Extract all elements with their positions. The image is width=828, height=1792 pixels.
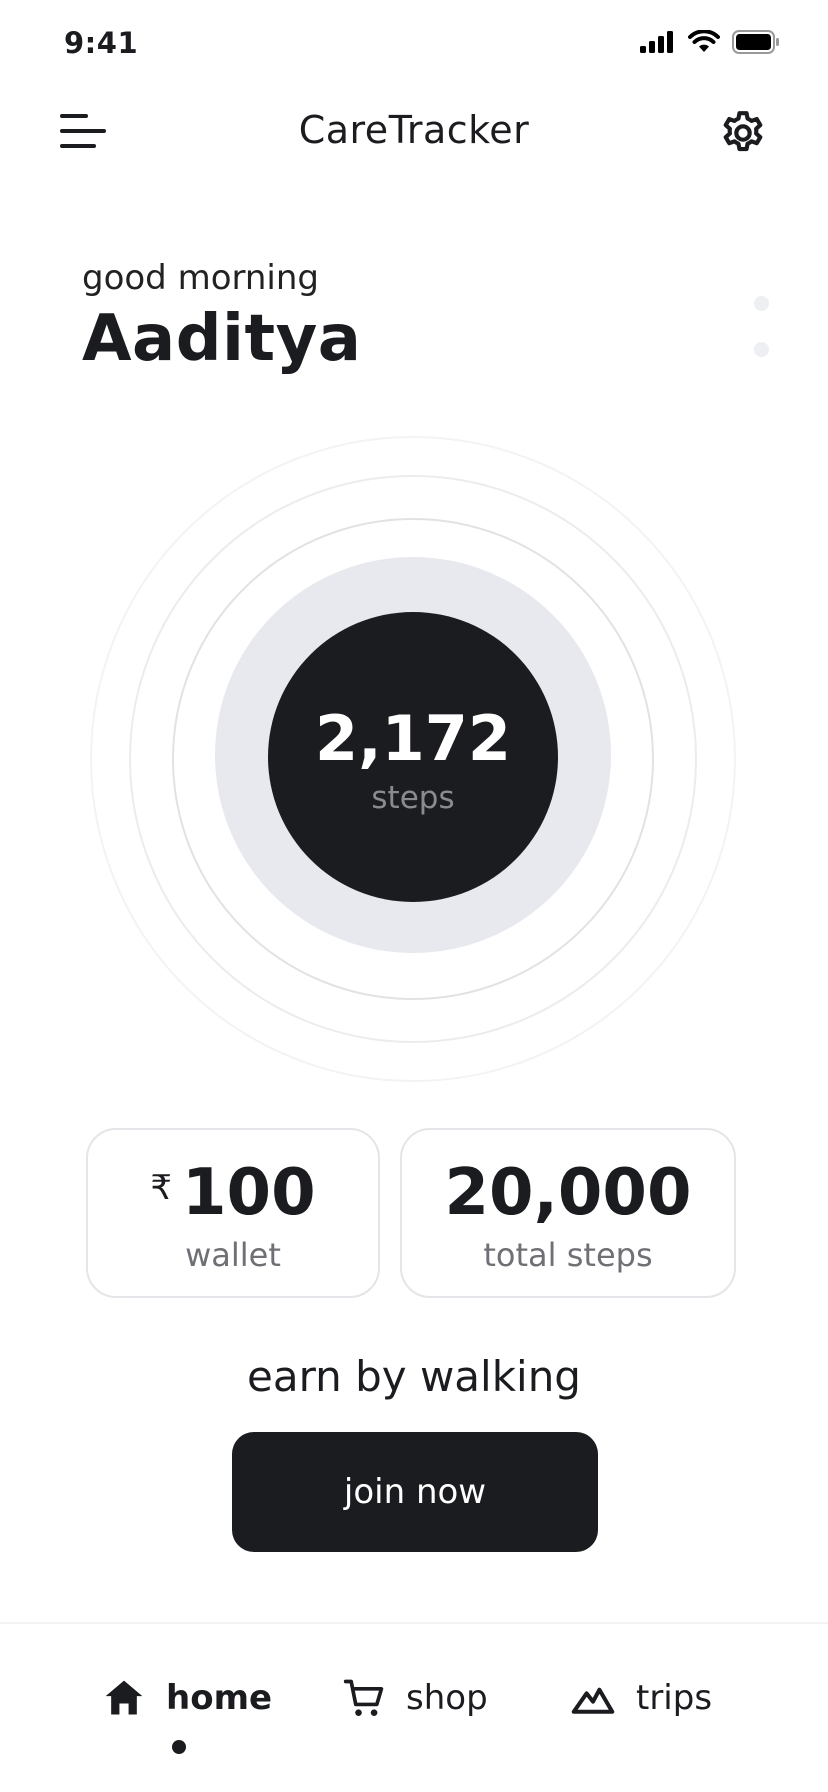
wallet-label: wallet — [185, 1236, 281, 1274]
total-steps-value: 20,000 — [444, 1156, 692, 1230]
rupee-icon: ₹ — [150, 1168, 173, 1208]
battery-icon — [732, 30, 779, 54]
steps-count: 2,172 — [314, 702, 512, 775]
home-icon — [105, 1680, 143, 1715]
option-dot — [754, 342, 769, 357]
option-dot — [754, 296, 769, 311]
greeting-text: good morning — [82, 258, 320, 298]
earn-heading: earn by walking — [247, 1352, 581, 1401]
status-icons — [640, 30, 780, 54]
status-time: 9:41 — [64, 26, 139, 60]
app-title: CareTracker — [298, 108, 530, 152]
active-indicator — [172, 1740, 186, 1754]
total-steps-card[interactable]: 20,000 total steps — [400, 1128, 736, 1298]
nav-item-shop[interactable]: shop — [342, 1676, 488, 1720]
wallet-balance: 100 — [182, 1156, 316, 1230]
nav-item-home[interactable]: home — [102, 1676, 272, 1720]
wallet-value-row: ₹ 100 — [88, 1156, 378, 1230]
signal-icon — [640, 31, 673, 53]
nav-label-shop: shop — [406, 1678, 488, 1718]
wallet-card[interactable]: ₹ 100 wallet — [86, 1128, 380, 1298]
total-steps-label: total steps — [483, 1236, 653, 1274]
join-now-button[interactable]: join now — [232, 1432, 598, 1552]
nav-divider — [0, 1622, 828, 1624]
nav-label-trips: trips — [636, 1678, 713, 1718]
gear-icon — [723, 111, 763, 152]
nav-item-trips[interactable]: trips — [570, 1676, 712, 1720]
user-name: Aaditya — [82, 302, 362, 376]
settings-button[interactable] — [718, 108, 768, 158]
wifi-icon — [688, 30, 720, 52]
steps-label: steps — [371, 780, 455, 816]
nav-label-home: home — [166, 1678, 273, 1718]
more-options-button[interactable] — [744, 290, 780, 362]
cart-icon — [343, 1679, 384, 1716]
mountain-icon — [571, 1687, 615, 1714]
